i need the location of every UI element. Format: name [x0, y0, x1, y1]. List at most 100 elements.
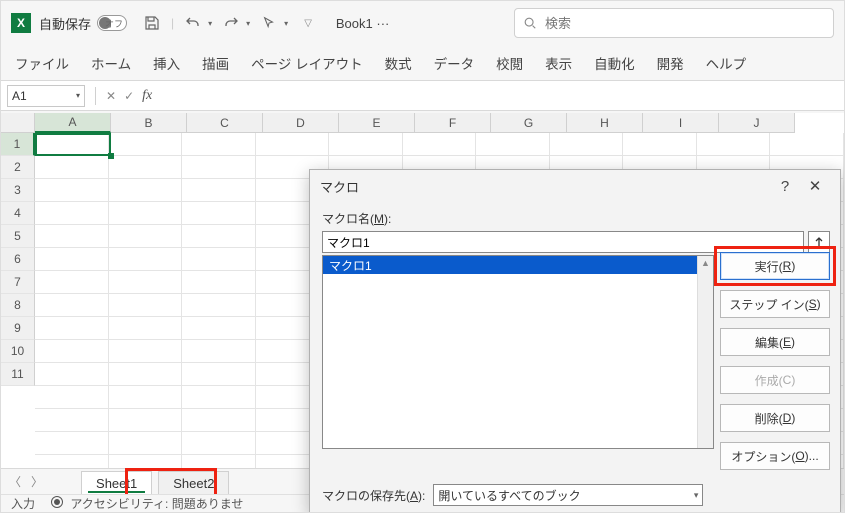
fx-icon[interactable]: fx: [142, 88, 152, 104]
cell[interactable]: [35, 409, 109, 432]
cell[interactable]: [182, 386, 256, 409]
delete-button[interactable]: 削除(D): [720, 404, 830, 432]
cell[interactable]: [109, 225, 183, 248]
cell[interactable]: [403, 133, 477, 156]
macro-name-input[interactable]: [322, 231, 804, 253]
tab-help[interactable]: ヘルプ: [704, 49, 749, 77]
row-header-11[interactable]: 11: [1, 363, 35, 386]
cancel-formula-icon[interactable]: ✕: [106, 89, 116, 103]
cell[interactable]: [182, 294, 256, 317]
tab-home[interactable]: ホーム: [89, 49, 133, 77]
tab-page-layout[interactable]: ページ レイアウト: [249, 49, 364, 77]
cell[interactable]: [35, 179, 109, 202]
cell[interactable]: [182, 409, 256, 432]
cell[interactable]: [770, 133, 844, 156]
cell[interactable]: [109, 271, 183, 294]
cell[interactable]: [182, 340, 256, 363]
cell[interactable]: [109, 133, 183, 156]
cell[interactable]: [182, 317, 256, 340]
save-icon[interactable]: [143, 14, 161, 32]
qat-customize-icon[interactable]: ▽: [304, 18, 312, 29]
tab-developer[interactable]: 開発: [655, 49, 686, 77]
cell[interactable]: [182, 202, 256, 225]
cell[interactable]: [697, 133, 771, 156]
row-header-9[interactable]: 9: [1, 317, 35, 340]
status-accessibility[interactable]: アクセシビリティ: 問題ありませ: [51, 495, 243, 512]
cell[interactable]: [35, 386, 109, 409]
tab-formulas[interactable]: 数式: [383, 49, 414, 77]
cell[interactable]: [35, 294, 109, 317]
tab-view[interactable]: 表示: [543, 49, 574, 77]
row-header-6[interactable]: 6: [1, 248, 35, 271]
row-header-10[interactable]: 10: [1, 340, 35, 363]
dialog-help-button[interactable]: ?: [770, 174, 800, 198]
document-title[interactable]: Book1 ···: [336, 16, 389, 31]
cell[interactable]: [182, 179, 256, 202]
cell[interactable]: [109, 294, 183, 317]
redo-dropdown-icon[interactable]: ▾: [246, 19, 250, 28]
cell[interactable]: [35, 271, 109, 294]
cell[interactable]: [35, 133, 109, 156]
cursor-dropdown-icon[interactable]: ▾: [284, 19, 288, 28]
cell[interactable]: [109, 386, 183, 409]
tab-file[interactable]: ファイル: [13, 49, 71, 77]
cell[interactable]: [109, 340, 183, 363]
redo-icon[interactable]: [222, 14, 240, 32]
cell[interactable]: [182, 271, 256, 294]
macro-list-item[interactable]: マクロ1: [323, 256, 713, 274]
cell[interactable]: [35, 317, 109, 340]
fill-handle[interactable]: [108, 153, 114, 159]
cell[interactable]: [182, 248, 256, 271]
cursor-icon[interactable]: [260, 14, 278, 32]
cell[interactable]: [623, 133, 697, 156]
edit-button[interactable]: 編集(E): [720, 328, 830, 356]
cell[interactable]: [35, 363, 109, 386]
sheet-nav-next-icon[interactable]: 〉: [31, 473, 43, 490]
cell[interactable]: [35, 248, 109, 271]
row-header-8[interactable]: 8: [1, 294, 35, 317]
sheet-nav-prev-icon[interactable]: 〈: [9, 473, 21, 490]
row-header-4[interactable]: 4: [1, 202, 35, 225]
cell[interactable]: [35, 432, 109, 455]
cell[interactable]: [550, 133, 624, 156]
col-header-J[interactable]: J: [719, 113, 795, 133]
cell[interactable]: [109, 179, 183, 202]
col-header-A[interactable]: A: [35, 113, 111, 133]
undo-icon[interactable]: [184, 14, 202, 32]
tab-automate[interactable]: 自動化: [592, 49, 637, 77]
autosave-toggle[interactable]: 自動保存 オフ: [39, 14, 127, 33]
cell[interactable]: [256, 133, 330, 156]
col-header-I[interactable]: I: [643, 113, 719, 133]
cell[interactable]: [109, 202, 183, 225]
undo-dropdown-icon[interactable]: ▾: [208, 19, 212, 28]
row-header-1[interactable]: 1: [1, 133, 35, 156]
cell[interactable]: [35, 202, 109, 225]
cell[interactable]: [35, 225, 109, 248]
col-header-E[interactable]: E: [339, 113, 415, 133]
options-button[interactable]: オプション(O)...: [720, 442, 830, 470]
enter-formula-icon[interactable]: ✓: [124, 89, 134, 103]
dialog-close-button[interactable]: ✕: [800, 174, 830, 198]
scroll-up-icon[interactable]: ▲: [701, 256, 710, 268]
cell[interactable]: [109, 248, 183, 271]
name-box-caret-icon[interactable]: ▾: [76, 91, 80, 100]
cell[interactable]: [476, 133, 550, 156]
dialog-title-bar[interactable]: マクロ ? ✕: [310, 170, 840, 202]
cell[interactable]: [109, 317, 183, 340]
macro-list-scrollbar[interactable]: ▲: [697, 256, 713, 448]
col-header-B[interactable]: B: [111, 113, 187, 133]
cell[interactable]: [329, 133, 403, 156]
cell[interactable]: [182, 133, 256, 156]
select-all-corner[interactable]: [1, 113, 35, 133]
sheet-tab-2[interactable]: Sheet2: [158, 471, 229, 494]
cell[interactable]: [109, 432, 183, 455]
row-header-5[interactable]: 5: [1, 225, 35, 248]
cell[interactable]: [182, 432, 256, 455]
col-header-H[interactable]: H: [567, 113, 643, 133]
cell[interactable]: [35, 340, 109, 363]
cell[interactable]: [35, 156, 109, 179]
sheet-tab-1[interactable]: Sheet1: [81, 471, 152, 494]
cell[interactable]: [109, 363, 183, 386]
run-button[interactable]: 実行(R): [720, 252, 830, 280]
col-header-D[interactable]: D: [263, 113, 339, 133]
